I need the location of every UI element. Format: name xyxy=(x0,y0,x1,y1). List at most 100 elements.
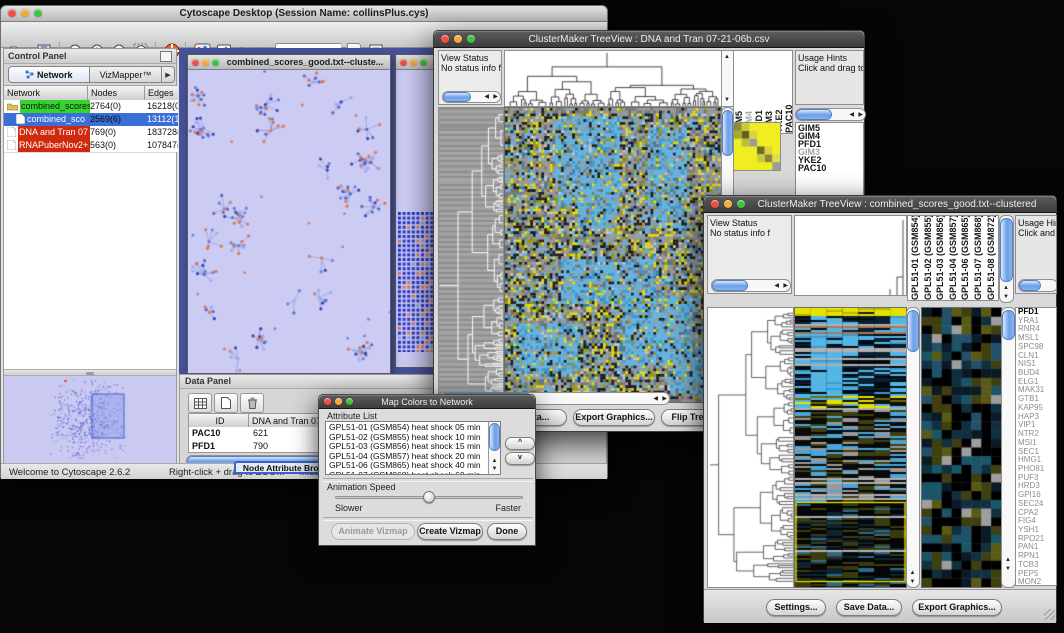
move-up-button[interactable]: ^ xyxy=(505,437,535,450)
tv1-heatmap-canvas[interactable] xyxy=(504,107,722,403)
usage-hints-hscrollbar[interactable] xyxy=(1018,279,1057,292)
gene-label[interactable]: MON2 xyxy=(1016,578,1056,586)
minimize-button[interactable] xyxy=(202,59,209,66)
tv2-row-dendrogram-canvas[interactable] xyxy=(707,307,794,588)
scroll-up-icon[interactable]: ▲ xyxy=(1005,557,1011,563)
scrollbar-thumb[interactable] xyxy=(443,92,471,102)
column-label[interactable]: PFD1 xyxy=(754,51,764,133)
network-table-header-network[interactable]: Network xyxy=(4,86,88,100)
scrollbar-thumb[interactable] xyxy=(907,310,919,352)
dialog-titlebar[interactable]: Map Colors to Network xyxy=(319,395,535,409)
tab-network[interactable]: Network xyxy=(8,66,90,83)
tv2-column-dendrogram-canvas[interactable] xyxy=(794,215,907,296)
scroll-up-icon[interactable]: ▲ xyxy=(910,570,916,576)
column-label[interactable]: GIM3 xyxy=(764,51,774,133)
move-down-button[interactable]: v xyxy=(505,452,535,465)
network-row-combined-sco-selected[interactable]: combined_sco 2569(6) 13112(15) xyxy=(4,113,178,126)
tv1-export-graphics-button[interactable]: Export Graphics... xyxy=(573,409,655,426)
tv2-zoom-vscrollbar[interactable]: ▲ ▼ xyxy=(1001,307,1016,588)
create-vizmap-button[interactable]: Create Vizmap xyxy=(417,523,483,540)
scroll-down-icon[interactable]: ▼ xyxy=(724,97,730,103)
network1-titlebar[interactable]: combined_scores_good.txt--cluste... xyxy=(188,55,390,70)
attribute-item[interactable]: GPL51-07 (GSM868) heat shock 60 min xyxy=(326,471,488,476)
column-label[interactable]: GPL51-02 (GSM855) xyxy=(922,216,935,300)
scroll-left-icon[interactable]: ◀ xyxy=(484,94,489,100)
attribute-listbox[interactable]: GPL51-01 (GSM854) heat shock 05 minGPL51… xyxy=(325,421,501,475)
resize-grip[interactable] xyxy=(1044,609,1055,620)
scroll-down-icon[interactable]: ▼ xyxy=(492,466,498,472)
scrollbar-thumb[interactable] xyxy=(1002,310,1015,340)
close-button[interactable] xyxy=(711,200,719,208)
column-label[interactable]: GPL51-07 (GSM868) xyxy=(972,216,985,300)
minimize-button[interactable] xyxy=(21,9,29,17)
tv1-correlation-matrix-canvas[interactable] xyxy=(733,122,781,171)
scroll-down-icon[interactable]: ▼ xyxy=(910,579,916,585)
tab-vizmapper[interactable]: VizMapper™ xyxy=(90,66,162,83)
scrollbar-thumb[interactable] xyxy=(489,423,500,451)
row-label[interactable]: PAC10 xyxy=(796,164,863,172)
column-label[interactable]: GPL51-06 (GSM865) xyxy=(959,216,972,300)
scroll-up-icon[interactable]: ▲ xyxy=(724,54,730,60)
attr-col-id[interactable]: ID xyxy=(189,414,249,427)
column-label[interactable]: YKE2 xyxy=(774,51,784,133)
scroll-up-icon[interactable]: ▲ xyxy=(492,458,498,464)
column-label[interactable]: GPL51-03 (GSM856) xyxy=(934,216,947,300)
done-button[interactable]: Done xyxy=(487,523,527,540)
tv1-row-dendrogram-canvas[interactable] xyxy=(438,107,504,403)
column-label[interactable]: PAC10 xyxy=(784,51,793,133)
scroll-up-icon[interactable]: ▲ xyxy=(1003,285,1009,291)
column-label[interactable]: GIM5 xyxy=(734,51,744,133)
close-button[interactable] xyxy=(192,59,199,66)
scroll-left-icon[interactable]: ◀ xyxy=(849,112,854,118)
scrollbar-thumb[interactable] xyxy=(796,109,832,120)
network-table-header-nodes[interactable]: Nodes xyxy=(88,86,145,100)
minimize-button[interactable] xyxy=(454,35,462,43)
scroll-left-icon[interactable]: ◀ xyxy=(774,283,779,289)
tv1-usage-hscrollbar[interactable]: ◀ ▶ xyxy=(795,108,866,121)
scrollbar-thumb[interactable] xyxy=(1019,280,1041,291)
column-label[interactable]: GPL51-04 (GSM857) xyxy=(947,216,960,300)
treeview1-titlebar[interactable]: ClusterMaker TreeView : DNA and Tran 07-… xyxy=(434,31,864,48)
scroll-down-icon[interactable]: ▼ xyxy=(1005,566,1011,572)
zoom-button[interactable] xyxy=(212,59,219,66)
attribute-select-button[interactable] xyxy=(188,393,212,413)
close-button[interactable] xyxy=(8,9,16,17)
column-label[interactable]: GPL51-08 (GSM872) xyxy=(985,216,998,300)
treeview2-titlebar[interactable]: ClusterMaker TreeView : combined_scores_… xyxy=(704,196,1056,213)
network-row-combined-scores[interactable]: combined_scores 2764(0) 16218(0) xyxy=(4,100,178,113)
network-view-canvas[interactable] xyxy=(188,70,390,373)
main-titlebar[interactable]: Cytoscape Desktop (Session Name: collins… xyxy=(1,6,607,22)
scroll-right-icon[interactable]: ▶ xyxy=(662,396,667,402)
zoom-button[interactable] xyxy=(346,398,353,405)
delete-attribute-button[interactable] xyxy=(240,393,264,413)
network-row-rnapuber[interactable]: RNAPuberNov2+ 563(0) 107847(0) xyxy=(4,139,178,152)
scroll-right-icon[interactable]: ▶ xyxy=(783,283,788,289)
tv2-export-graphics-button[interactable]: Export Graphics... xyxy=(912,599,1002,616)
tv1-column-dendrogram-canvas[interactable] xyxy=(504,50,722,107)
view-status-hscrollbar[interactable]: ◀ ▶ xyxy=(442,91,501,103)
float-panel-icon[interactable] xyxy=(160,51,172,62)
scroll-down-icon[interactable]: ▼ xyxy=(1003,294,1009,300)
minimize-button[interactable] xyxy=(335,398,342,405)
tv2-global-heatmap-canvas[interactable] xyxy=(794,307,907,588)
scrollbar-thumb[interactable] xyxy=(1000,218,1013,282)
tv2-collabel-vscrollbar[interactable]: ▲ ▼ xyxy=(999,215,1014,303)
attribute-list-vscrollbar[interactable]: ▲ ▼ xyxy=(488,422,500,474)
scroll-right-icon[interactable]: ▶ xyxy=(858,112,863,118)
network-row-dna-tran[interactable]: DNA and Tran 07 769(0) 183728(0) xyxy=(4,126,178,139)
zoom-button[interactable] xyxy=(34,9,42,17)
birdseye-view-canvas[interactable] xyxy=(4,376,176,467)
scrollbar-thumb[interactable] xyxy=(712,280,748,291)
tv2-zoom-heatmap-canvas[interactable] xyxy=(921,307,1002,588)
scroll-left-icon[interactable]: ◀ xyxy=(653,396,658,402)
close-button[interactable] xyxy=(324,398,331,405)
scroll-right-icon[interactable]: ▶ xyxy=(493,94,498,100)
column-label[interactable]: GIM4 xyxy=(744,51,754,133)
animation-speed-slider-thumb[interactable] xyxy=(423,491,435,503)
scrollbar-thumb[interactable] xyxy=(722,110,733,156)
tv2-settings-button[interactable]: Settings... xyxy=(766,599,826,616)
network-table-header-edges[interactable]: Edges xyxy=(145,86,178,100)
new-attribute-button[interactable] xyxy=(214,393,238,413)
zoom-button[interactable] xyxy=(420,59,427,66)
close-button[interactable] xyxy=(441,35,449,43)
